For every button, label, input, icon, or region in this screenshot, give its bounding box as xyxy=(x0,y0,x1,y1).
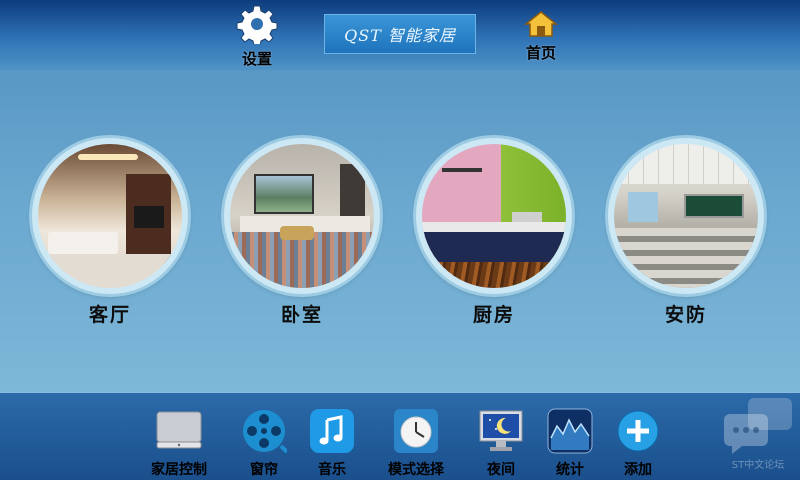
room-bedroom-label: 卧室 xyxy=(280,304,323,326)
room-living-room-ring[interactable] xyxy=(32,138,188,294)
room-kitchen-label: 厨房 xyxy=(472,304,515,326)
settings-label: 设置 xyxy=(241,50,272,68)
room-kitchen-ring[interactable] xyxy=(416,138,572,294)
dock-home-control-label: 家居控制 xyxy=(151,462,207,478)
room-bedroom[interactable]: 卧室 xyxy=(222,138,382,327)
room-security-label: 安防 xyxy=(664,304,707,326)
kitchen-photo xyxy=(422,144,566,288)
watermark-text: ST中文论坛 xyxy=(731,460,785,471)
room-living-room[interactable]: 客厅 xyxy=(30,138,190,327)
dock-night[interactable]: 夜间 xyxy=(461,407,541,479)
dock-add[interactable]: 添加 xyxy=(598,407,678,479)
music-note-icon xyxy=(310,409,354,453)
bedroom-photo xyxy=(230,144,374,288)
dock-home-control[interactable]: 家居控制 xyxy=(139,407,219,479)
plus-icon xyxy=(617,410,659,452)
home-label: 首页 xyxy=(525,44,556,62)
chat-bubbles-icon xyxy=(724,398,792,454)
dock-night-label: 夜间 xyxy=(487,462,515,478)
dock-mode-select[interactable]: 模式选择 xyxy=(376,407,456,479)
dock-music[interactable]: 音乐 xyxy=(292,407,372,479)
brand-logo: QST 智能家居 xyxy=(324,14,476,54)
bottom-dock: 家居控制 窗帘 音乐 模式选择 夜间 统计 添加 xyxy=(0,392,800,480)
home-icon xyxy=(524,11,558,37)
monitor-icon xyxy=(156,411,202,449)
settings-button[interactable]: 设置 xyxy=(232,4,282,69)
home-button[interactable]: 首页 xyxy=(516,10,566,63)
dock-music-label: 音乐 xyxy=(318,462,346,478)
film-reel-icon xyxy=(243,410,287,454)
security-photo xyxy=(614,144,758,288)
room-security[interactable]: 安防 xyxy=(606,138,766,327)
living-room-photo xyxy=(38,144,182,288)
brand-text: QST 智能家居 xyxy=(344,26,456,45)
gear-icon xyxy=(236,5,278,44)
dock-curtain-label: 窗帘 xyxy=(250,462,278,478)
clock-icon xyxy=(394,409,438,453)
dock-add-label: 添加 xyxy=(624,462,652,478)
night-moon-icon xyxy=(479,410,523,451)
room-bedroom-ring[interactable] xyxy=(224,138,380,294)
top-bar: 设置 QST 智能家居 首页 xyxy=(0,0,800,70)
dock-statistics-label: 统计 xyxy=(556,462,584,478)
dock-mode-select-label: 模式选择 xyxy=(388,462,444,478)
room-security-ring[interactable] xyxy=(608,138,764,294)
statistics-chart-icon xyxy=(547,408,593,454)
room-living-room-label: 客厅 xyxy=(88,304,131,326)
forum-watermark: ST中文论坛 xyxy=(720,396,796,476)
room-kitchen[interactable]: 厨房 xyxy=(414,138,574,327)
